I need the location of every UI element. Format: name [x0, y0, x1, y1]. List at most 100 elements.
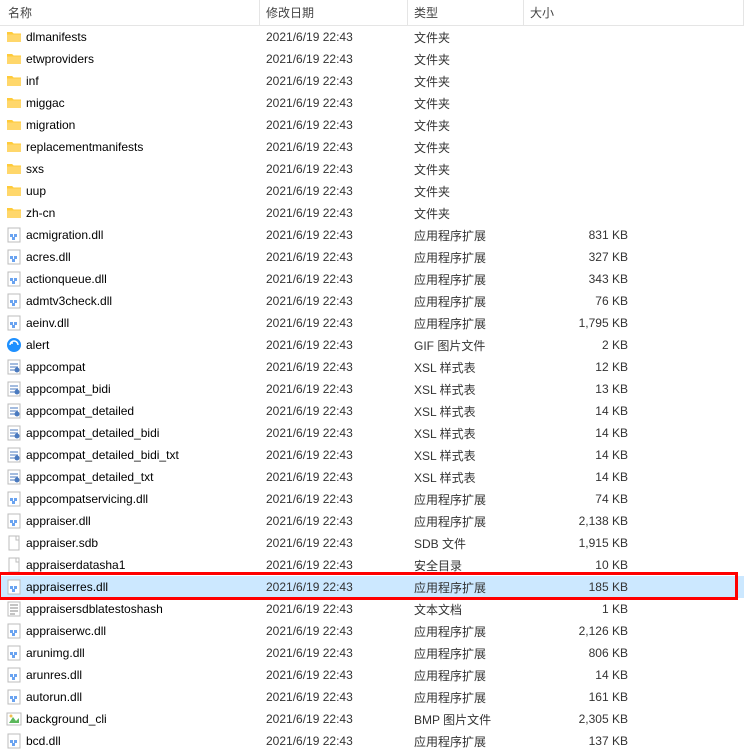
file-date-cell: 2021/6/19 22:43	[260, 404, 408, 418]
file-type-cell: 应用程序扩展	[408, 293, 524, 310]
file-name-cell: aeinv.dll	[0, 315, 260, 331]
file-name-cell: appcompatservicing.dll	[0, 491, 260, 507]
file-name-cell: background_cli	[0, 711, 260, 727]
file-size-cell: 161 KB	[524, 690, 634, 704]
file-row[interactable]: dlmanifests2021/6/19 22:43文件夹	[0, 26, 744, 48]
file-row[interactable]: actionqueue.dll2021/6/19 22:43应用程序扩展343 …	[0, 268, 744, 290]
file-name-label: admtv3check.dll	[26, 294, 112, 308]
folder-icon	[6, 51, 22, 67]
file-date-cell: 2021/6/19 22:43	[260, 96, 408, 110]
file-row[interactable]: background_cli2021/6/19 22:43BMP 图片文件2,3…	[0, 708, 744, 730]
dll-icon	[6, 249, 22, 265]
file-row[interactable]: miggac2021/6/19 22:43文件夹	[0, 92, 744, 114]
gif-icon	[6, 337, 22, 353]
file-row[interactable]: inf2021/6/19 22:43文件夹	[0, 70, 744, 92]
file-name-label: arunres.dll	[26, 668, 82, 682]
file-name-cell: dlmanifests	[0, 29, 260, 45]
file-row[interactable]: appcompat_detailed_bidi_txt2021/6/19 22:…	[0, 444, 744, 466]
file-size-cell: 185 KB	[524, 580, 634, 594]
file-row[interactable]: appcompat_detailed_txt2021/6/19 22:43XSL…	[0, 466, 744, 488]
file-name-label: appraiser.dll	[26, 514, 91, 528]
file-date-cell: 2021/6/19 22:43	[260, 470, 408, 484]
file-row[interactable]: acres.dll2021/6/19 22:43应用程序扩展327 KB	[0, 246, 744, 268]
column-header-date[interactable]: 修改日期	[260, 0, 408, 25]
file-row[interactable]: uup 2021/6/19 22:43文件夹	[0, 180, 744, 202]
file-row[interactable]: bcd.dll2021/6/19 22:43应用程序扩展137 KB	[0, 730, 744, 752]
file-type-cell: 应用程序扩展	[408, 491, 524, 508]
file-name-label: appraiserres.dll	[26, 580, 108, 594]
folder-icon	[6, 73, 22, 89]
file-type-cell: 应用程序扩展	[408, 579, 524, 596]
file-date-cell: 2021/6/19 22:43	[260, 184, 408, 198]
file-row[interactable]: zh-cn2021/6/19 22:43文件夹	[0, 202, 744, 224]
file-row[interactable]: appcompatservicing.dll2021/6/19 22:43应用程…	[0, 488, 744, 510]
file-type-cell: 文件夹	[408, 183, 524, 200]
column-header-date-label: 修改日期	[266, 4, 314, 21]
file-name-cell: actionqueue.dll	[0, 271, 260, 287]
file-row[interactable]: appraiserwc.dll2021/6/19 22:43应用程序扩展2,12…	[0, 620, 744, 642]
file-type-cell: 文件夹	[408, 29, 524, 46]
column-header-name-label: 名称	[8, 4, 32, 21]
file-name-cell: arunimg.dll	[0, 645, 260, 661]
file-date-cell: 2021/6/19 22:43	[260, 316, 408, 330]
file-name-label: arunimg.dll	[26, 646, 85, 660]
file-name-label: etwproviders	[26, 52, 94, 66]
file-size-cell: 2 KB	[524, 338, 634, 352]
file-row[interactable]: appraiser.sdb2021/6/19 22:43SDB 文件1,915 …	[0, 532, 744, 554]
file-size-cell: 10 KB	[524, 558, 634, 572]
file-row[interactable]: arunimg.dll2021/6/19 22:43应用程序扩展806 KB	[0, 642, 744, 664]
file-row[interactable]: appraiserres.dll2021/6/19 22:43应用程序扩展185…	[0, 576, 744, 598]
file-row[interactable]: alert2021/6/19 22:43GIF 图片文件2 KB	[0, 334, 744, 356]
file-row[interactable]: aeinv.dll2021/6/19 22:43应用程序扩展1,795 KB	[0, 312, 744, 334]
file-date-cell: 2021/6/19 22:43	[260, 514, 408, 528]
file-date-cell: 2021/6/19 22:43	[260, 668, 408, 682]
column-header-name[interactable]: 名称	[0, 0, 260, 25]
file-name-cell: alert	[0, 337, 260, 353]
file-size-cell: 1,915 KB	[524, 536, 634, 550]
file-date-cell: 2021/6/19 22:43	[260, 250, 408, 264]
file-row[interactable]: migration2021/6/19 22:43文件夹	[0, 114, 744, 136]
file-row[interactable]: arunres.dll2021/6/19 22:43应用程序扩展14 KB	[0, 664, 744, 686]
dll-icon	[6, 579, 22, 595]
file-name-label: uup	[26, 184, 46, 198]
file-row[interactable]: appcompat_detailed_bidi2021/6/19 22:43XS…	[0, 422, 744, 444]
xsl-icon	[6, 469, 22, 485]
dll-icon	[6, 733, 22, 749]
folder-icon	[6, 183, 22, 199]
file-date-cell: 2021/6/19 22:43	[260, 624, 408, 638]
file-type-cell: 应用程序扩展	[408, 689, 524, 706]
file-size-cell: 2,126 KB	[524, 624, 634, 638]
file-name-label: background_cli	[26, 712, 107, 726]
txt-icon	[6, 601, 22, 617]
column-header-type[interactable]: 类型	[408, 0, 524, 25]
file-row[interactable]: replacementmanifests2021/6/19 22:43文件夹	[0, 136, 744, 158]
file-row[interactable]: autorun.dll2021/6/19 22:43应用程序扩展161 KB	[0, 686, 744, 708]
file-row[interactable]: appcompat_detailed2021/6/19 22:43XSL 样式表…	[0, 400, 744, 422]
file-row[interactable]: appraiser.dll2021/6/19 22:43应用程序扩展2,138 …	[0, 510, 744, 532]
folder-icon	[6, 117, 22, 133]
file-type-cell: 应用程序扩展	[408, 227, 524, 244]
file-size-cell: 327 KB	[524, 250, 634, 264]
file-row[interactable]: appraisersdblatestoshash2021/6/19 22:43文…	[0, 598, 744, 620]
file-row[interactable]: sxs2021/6/19 22:43文件夹	[0, 158, 744, 180]
file-name-cell: appraiser.dll	[0, 513, 260, 529]
dll-icon	[6, 315, 22, 331]
column-header-size[interactable]: 大小	[524, 0, 744, 25]
file-row[interactable]: appraiserdatasha12021/6/19 22:43安全目录10 K…	[0, 554, 744, 576]
file-row[interactable]: etwproviders2021/6/19 22:43文件夹	[0, 48, 744, 70]
file-type-cell: 文件夹	[408, 73, 524, 90]
file-name-label: appraiser.sdb	[26, 536, 98, 550]
file-row[interactable]: acmigration.dll2021/6/19 22:43应用程序扩展831 …	[0, 224, 744, 246]
file-name-label: acmigration.dll	[26, 228, 103, 242]
file-size-cell: 12 KB	[524, 360, 634, 374]
file-name-label: appcompat_detailed_bidi	[26, 426, 159, 440]
file-row[interactable]: appcompat_bidi2021/6/19 22:43XSL 样式表13 K…	[0, 378, 744, 400]
dll-icon	[6, 491, 22, 507]
file-row[interactable]: appcompat2021/6/19 22:43XSL 样式表12 KB	[0, 356, 744, 378]
file-date-cell: 2021/6/19 22:43	[260, 360, 408, 374]
file-name-label: replacementmanifests	[26, 140, 143, 154]
file-row[interactable]: admtv3check.dll2021/6/19 22:43应用程序扩展76 K…	[0, 290, 744, 312]
file-name-cell: migration	[0, 117, 260, 133]
file-name-cell: zh-cn	[0, 205, 260, 221]
file-name-cell: inf	[0, 73, 260, 89]
